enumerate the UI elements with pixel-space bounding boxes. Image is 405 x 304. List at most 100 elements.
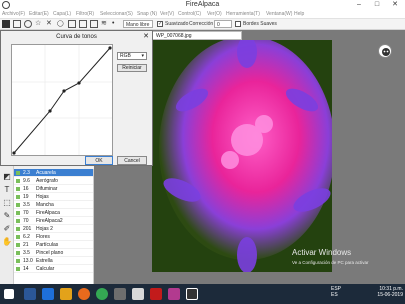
menu-filtro[interactable]: Filtro(R) bbox=[76, 11, 94, 17]
firefox-icon[interactable] bbox=[78, 288, 90, 300]
pen-tool-icon[interactable]: ✐ bbox=[2, 224, 12, 234]
curve-editor[interactable] bbox=[11, 44, 113, 156]
chevron-down-icon: ▾ bbox=[141, 53, 144, 59]
dialog-close-icon[interactable]: ✕ bbox=[141, 32, 151, 42]
language-indicator[interactable]: ESP ES bbox=[331, 286, 341, 298]
menu-control[interactable]: Control(C) bbox=[178, 11, 201, 17]
edge-icon[interactable] bbox=[42, 288, 54, 300]
brush-size: 70 bbox=[23, 210, 29, 216]
ellipse-tool-icon[interactable] bbox=[24, 20, 32, 28]
hand-tool-icon[interactable]: ✋ bbox=[2, 237, 12, 247]
brush-enabled-icon bbox=[16, 251, 20, 255]
text-tool-icon[interactable]: T bbox=[2, 185, 12, 195]
fill-tool-icon[interactable]: ◩ bbox=[2, 172, 12, 182]
chrome-icon[interactable] bbox=[96, 288, 108, 300]
file-explorer-icon[interactable] bbox=[60, 288, 72, 300]
brush-name: Acuarela bbox=[36, 170, 56, 176]
clock[interactable]: 10:31 p.m. 15-06-2019 bbox=[377, 286, 403, 298]
menu-capa[interactable]: Capa(L) bbox=[53, 11, 71, 17]
menu-seleccionar[interactable]: Seleccionar(S) bbox=[100, 11, 133, 17]
app-icon[interactable] bbox=[114, 288, 126, 300]
list-item[interactable]: 3.5 Mancha bbox=[14, 201, 93, 209]
menu-archivo[interactable]: Archivo(F) bbox=[2, 11, 25, 17]
app-icon[interactable] bbox=[168, 288, 180, 300]
cross-icon[interactable]: ✕ bbox=[46, 20, 54, 28]
brush-name: Aerógrafo bbox=[36, 178, 58, 184]
checkbox-box bbox=[235, 21, 241, 27]
user-avatar[interactable] bbox=[378, 44, 392, 58]
curve-point[interactable] bbox=[12, 151, 16, 155]
curve-point[interactable] bbox=[108, 46, 112, 50]
brush-size: 70 bbox=[23, 218, 29, 224]
list-item[interactable]: 2.3 Acuarela bbox=[14, 169, 93, 177]
app-icon[interactable] bbox=[132, 288, 144, 300]
eyedropper-icon[interactable]: ✎ bbox=[2, 211, 12, 221]
firealpaca-taskbar-icon[interactable] bbox=[186, 288, 198, 300]
brush-enabled-icon bbox=[16, 235, 20, 239]
correction-label: Corrección bbox=[189, 21, 214, 27]
list-item[interactable]: 9.6 Aerógrafo bbox=[14, 177, 93, 185]
list-item[interactable]: 3.5 Pincel plano bbox=[14, 249, 93, 257]
brush-name: Difuminar bbox=[36, 186, 58, 192]
menu-bar: Archivo(F) Editar(E) Capa(L) Filtro(R) S… bbox=[0, 10, 405, 19]
brush-enabled-icon bbox=[16, 211, 20, 215]
select-tool-icon[interactable]: ⬚ bbox=[2, 198, 12, 208]
correction-input[interactable]: 0 bbox=[214, 20, 232, 28]
list-item[interactable]: 21 Partículas bbox=[14, 241, 93, 249]
cancel-button[interactable]: Cancel bbox=[117, 156, 147, 165]
brush-size: 2.3 bbox=[23, 170, 30, 176]
flower-photo bbox=[152, 40, 332, 272]
brush-name: Estrella bbox=[36, 258, 53, 264]
channel-select[interactable]: RGB ▾ bbox=[117, 52, 147, 60]
list-item[interactable]: 16 Difuminar bbox=[14, 185, 93, 193]
toolbar: ☆ ✕ ◯ ≋ • Mano libre ✓ Suavizado Correcc… bbox=[0, 19, 405, 30]
maximize-button[interactable]: □ bbox=[368, 0, 386, 10]
close-button[interactable]: ✕ bbox=[386, 0, 404, 10]
app-icon[interactable] bbox=[150, 288, 162, 300]
grid-icon[interactable] bbox=[79, 20, 87, 28]
menu-ver-o[interactable]: Ver(O) bbox=[207, 11, 222, 17]
list-item[interactable]: 14 Calcular bbox=[14, 265, 93, 273]
activation-watermark-subtitle: Ve a Configuración de PC para activar bbox=[292, 260, 369, 265]
list-item[interactable]: 70 FireAlpaca2 bbox=[14, 217, 93, 225]
star-icon[interactable]: ☆ bbox=[35, 20, 43, 28]
shape-tool-icon[interactable] bbox=[13, 20, 21, 28]
minimize-button[interactable]: – bbox=[350, 0, 368, 10]
curve-point[interactable] bbox=[77, 81, 81, 85]
ok-button[interactable]: OK bbox=[85, 156, 113, 165]
curve-point[interactable] bbox=[48, 109, 52, 113]
list-item[interactable]: 201 Hojas 2 bbox=[14, 225, 93, 233]
canvas-image[interactable] bbox=[152, 40, 332, 272]
menu-ventana[interactable]: Ventana(W) bbox=[266, 11, 292, 17]
brush-tool-icon[interactable] bbox=[2, 20, 10, 28]
menu-ver[interactable]: Ver(V) bbox=[160, 11, 174, 17]
brush-name: Mancha bbox=[36, 202, 54, 208]
soft-edges-checkbox[interactable] bbox=[235, 20, 241, 28]
list-item[interactable]: 70 FireAlpaca bbox=[14, 209, 93, 217]
menu-help[interactable]: Help bbox=[294, 11, 304, 17]
curve-point[interactable] bbox=[62, 89, 66, 93]
reset-button[interactable]: Reiniciar bbox=[117, 64, 147, 72]
list-item[interactable]: 13.0 Estrella bbox=[14, 257, 93, 265]
document-tab[interactable]: WP_007068.jpg bbox=[152, 31, 242, 40]
brush-enabled-icon bbox=[16, 203, 20, 207]
windows-start-icon[interactable] bbox=[4, 289, 14, 299]
brush-size: 19 bbox=[23, 194, 29, 200]
menu-editar[interactable]: Editar(E) bbox=[29, 11, 49, 17]
square-icon[interactable] bbox=[68, 20, 76, 28]
mode-select[interactable]: Mano libre bbox=[123, 20, 153, 28]
list-item[interactable]: 19 Hojas bbox=[14, 193, 93, 201]
word-icon[interactable] bbox=[24, 288, 36, 300]
brush-size: 9.6 bbox=[23, 178, 30, 184]
dot-icon[interactable]: • bbox=[112, 20, 120, 28]
brush-enabled-icon bbox=[16, 195, 20, 199]
brush-size: 13.0 bbox=[23, 258, 33, 264]
list-item[interactable]: 6.2 Flores bbox=[14, 233, 93, 241]
menu-snap[interactable]: Snap (N) bbox=[137, 11, 157, 17]
blur-icon[interactable]: ≋ bbox=[101, 20, 109, 28]
lasso-icon[interactable]: ◯ bbox=[57, 20, 65, 28]
smooth-checkbox[interactable]: ✓ bbox=[157, 20, 163, 28]
menu-herramienta[interactable]: Herramienta(T) bbox=[226, 11, 260, 17]
brush-size: 201 bbox=[23, 226, 32, 232]
snap-icon[interactable] bbox=[90, 20, 98, 28]
